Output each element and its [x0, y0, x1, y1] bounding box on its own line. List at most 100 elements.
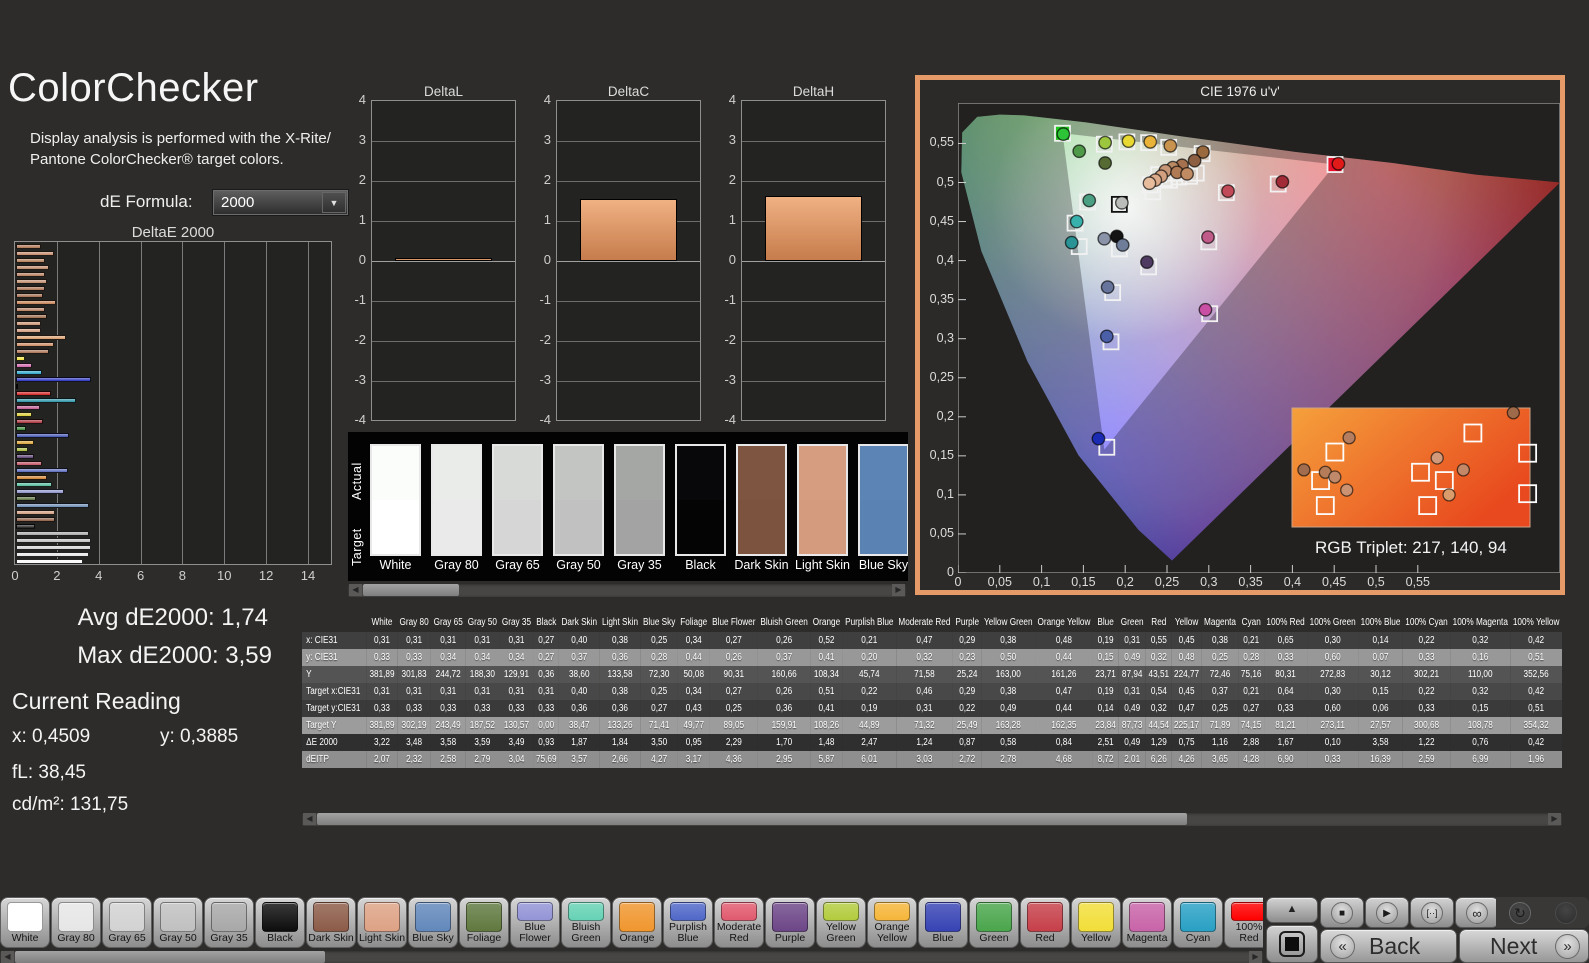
patch-button-yellow-green[interactable]: Yellow Green: [816, 897, 866, 948]
table-cell: 0,42: [1510, 683, 1562, 700]
cie-measured-point: [1121, 134, 1136, 149]
table-row-label: Target y:CIE31: [302, 700, 367, 717]
patch-button-dark-skin[interactable]: Dark Skin: [306, 897, 356, 948]
patch-button-yellow[interactable]: Yellow: [1071, 897, 1121, 948]
patch-button-gray-65[interactable]: Gray 65: [102, 897, 152, 948]
table-cell: 0,21: [842, 632, 896, 649]
patch-button-foliage[interactable]: Foliage: [459, 897, 509, 948]
patch-button-purplish-blue[interactable]: Purplish Blue: [663, 897, 713, 948]
table-cell: 0,38: [981, 632, 1035, 649]
table-cell: 0,19: [1092, 632, 1119, 649]
collapse-button[interactable]: ▲: [1266, 897, 1318, 923]
patch-button-label: Purplish Blue: [669, 921, 707, 944]
target-row-label: Target: [350, 528, 364, 566]
table-cell: 75,16: [1238, 666, 1264, 683]
table-column-header: Cyan: [1241, 617, 1261, 628]
table-column-header: 100% Red: [1266, 617, 1305, 628]
patch-button-purple[interactable]: Purple: [765, 897, 815, 948]
table-cell: 0,43: [677, 700, 710, 717]
chevron-down-icon[interactable]: ▼: [322, 192, 346, 213]
deltae-bar: [16, 552, 89, 557]
patch-button-blue[interactable]: Blue: [918, 897, 968, 948]
table-column-header: Orange Yellow: [1037, 617, 1091, 628]
table-row-label: ΔE 2000: [302, 734, 367, 751]
refresh-icon[interactable]: ↻: [1509, 901, 1531, 924]
table-scrollbar-thumb[interactable]: [317, 813, 1187, 825]
table-cell: 3,57: [559, 751, 600, 768]
loop-icon: ∞: [1466, 901, 1488, 924]
patch-button-bluish-green[interactable]: Bluish Green: [561, 897, 611, 948]
table-cell: 3,58: [431, 734, 466, 751]
table-cell: 0,38: [599, 632, 641, 649]
patch-color-chip: [58, 902, 94, 932]
table-cell: 75,69: [533, 751, 560, 768]
patch-button-orange[interactable]: Orange: [612, 897, 662, 948]
table-cell: 0,65: [1263, 632, 1308, 649]
table-cell: 3,58: [1358, 734, 1403, 751]
back-button[interactable]: « Back: [1320, 929, 1457, 963]
table-scrollbar[interactable]: ◀ ▶: [302, 812, 1562, 826]
pattern-window-button[interactable]: [1266, 925, 1318, 963]
patch-button-magenta[interactable]: Magenta: [1122, 897, 1172, 948]
patch-button-orange-yellow[interactable]: Orange Yellow: [867, 897, 917, 948]
scroll-left-icon[interactable]: ◀: [349, 584, 362, 596]
patch-button-gray-35[interactable]: Gray 35: [204, 897, 254, 948]
scroll-left-icon[interactable]: ◀: [1, 951, 14, 963]
patch-color-chip: [568, 902, 604, 921]
table-row-label: dEITP: [302, 751, 367, 768]
table-cell: 1,87: [559, 734, 600, 751]
table-cell: 1,48: [810, 734, 843, 751]
patch-button-cyan[interactable]: Cyan: [1173, 897, 1223, 948]
patch-button-blue-flower[interactable]: Blue Flower: [510, 897, 560, 948]
status-led-icon: [1555, 901, 1577, 924]
interval-button[interactable]: [··]: [1410, 897, 1454, 928]
patch-button-100-red[interactable]: 100% Red: [1224, 897, 1263, 948]
table-cell: 0,55: [1146, 632, 1172, 649]
delta-chart-title: DeltaC: [607, 84, 650, 99]
deltae-chart-xaxis: 0 2 4 6 8 10 12 14: [11, 568, 316, 583]
scroll-right-icon[interactable]: ▶: [1548, 813, 1561, 825]
table-cell: 0,31: [366, 632, 398, 649]
patch-button-gray-80[interactable]: Gray 80: [51, 897, 101, 948]
table-column-header: White: [371, 617, 393, 628]
cie-diagram-panel[interactable]: CIE 1976 u'v' 0 0,05 0,1 0,15 0,2 0,25 0…: [915, 75, 1565, 595]
patch-button-green[interactable]: Green: [969, 897, 1019, 948]
table-cell: 0,26: [709, 649, 758, 666]
table-column-header: Black: [536, 617, 557, 628]
table-cell: 0,21: [1238, 683, 1264, 700]
play-button[interactable]: ▶: [1365, 897, 1409, 928]
loop-button[interactable]: ∞: [1455, 897, 1499, 928]
stop-button[interactable]: ■: [1320, 897, 1364, 928]
patch-button-white[interactable]: White: [0, 897, 50, 948]
toolbar-scrollbar[interactable]: ◀ ▶: [0, 950, 1263, 963]
scroll-left-icon[interactable]: ◀: [303, 813, 316, 825]
viewer-scrollbar-thumb[interactable]: [363, 584, 459, 596]
scroll-right-icon[interactable]: ▶: [1249, 951, 1262, 963]
table-cell: 3,48: [397, 734, 432, 751]
next-button[interactable]: Next »: [1459, 929, 1589, 963]
table-cell: 0,40: [559, 683, 600, 700]
table-cell: 30,12: [1358, 666, 1403, 683]
viewer-scrollbar[interactable]: ◀ ▶: [348, 583, 906, 597]
patch-button-blue-sky[interactable]: Blue Sky: [408, 897, 458, 948]
deltae-bar: [16, 412, 32, 417]
table-cell: 1,24: [895, 734, 953, 751]
table-cell: 0,16: [1450, 649, 1511, 666]
table-cell: 0,31: [465, 683, 500, 700]
cie-measured-point: [1091, 431, 1106, 446]
cie-measured-point: [1064, 235, 1079, 250]
patch-button-gray-50[interactable]: Gray 50: [153, 897, 203, 948]
table-cell: 159,91: [757, 717, 811, 734]
scroll-right-icon[interactable]: ▶: [892, 584, 905, 596]
patch-button-black[interactable]: Black: [255, 897, 305, 948]
current-y-readout: y: 0,3885: [160, 726, 239, 747]
toolbar-scrollbar-thumb[interactable]: [15, 951, 325, 963]
patch-button-moderate-red[interactable]: Moderate Red: [714, 897, 764, 948]
patch-button-red[interactable]: Red: [1020, 897, 1070, 948]
patch-button-light-skin[interactable]: Light Skin: [357, 897, 407, 948]
patch-color-chip: [109, 902, 145, 932]
table-row: y: CIE31 0,33 0,33 0,34 0,34 0,34 0,27 0,37 0,36…: [302, 649, 1562, 666]
de-formula-dropdown[interactable]: 2000 ▼: [212, 189, 349, 216]
viewer-swatch: [431, 444, 482, 556]
table-cell: 25,49: [952, 717, 982, 734]
